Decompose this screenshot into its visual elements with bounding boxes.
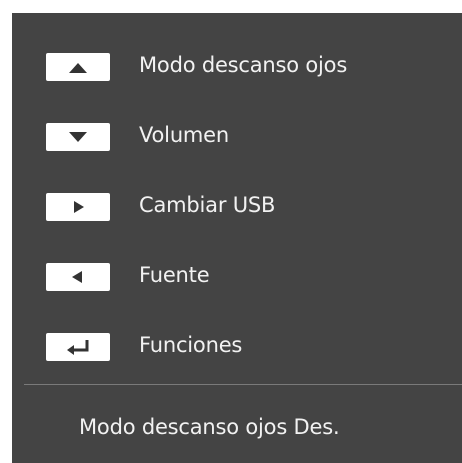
menu-item-source[interactable]: Fuente [12,247,462,307]
menu-item-label: Funciones [139,333,243,357]
enter-icon [67,340,89,355]
left-key-button[interactable] [46,263,110,291]
right-key-button[interactable] [46,193,110,221]
up-key-button[interactable] [46,53,110,81]
up-arrow-icon [69,63,87,73]
left-arrow-icon [72,271,82,283]
divider [24,384,462,385]
status-text: Modo descanso ojos Des. [79,415,340,439]
menu-item-label: Modo descanso ojos [139,53,348,77]
down-arrow-icon [69,132,87,142]
right-arrow-icon [74,201,84,213]
menu-item-label: Volumen [139,123,230,147]
menu-item-functions[interactable]: Funciones [12,317,462,377]
enter-key-button[interactable] [46,333,110,361]
menu-item-switch-usb[interactable]: Cambiar USB [12,177,462,237]
down-key-button[interactable] [46,123,110,151]
menu-item-eye-saver[interactable]: Modo descanso ojos [12,37,462,97]
osd-panel: Modo descanso ojos Volumen Cambiar USB F… [12,13,462,463]
menu-item-volume[interactable]: Volumen [12,107,462,167]
menu-item-label: Fuente [139,263,210,287]
menu-item-label: Cambiar USB [139,193,276,217]
